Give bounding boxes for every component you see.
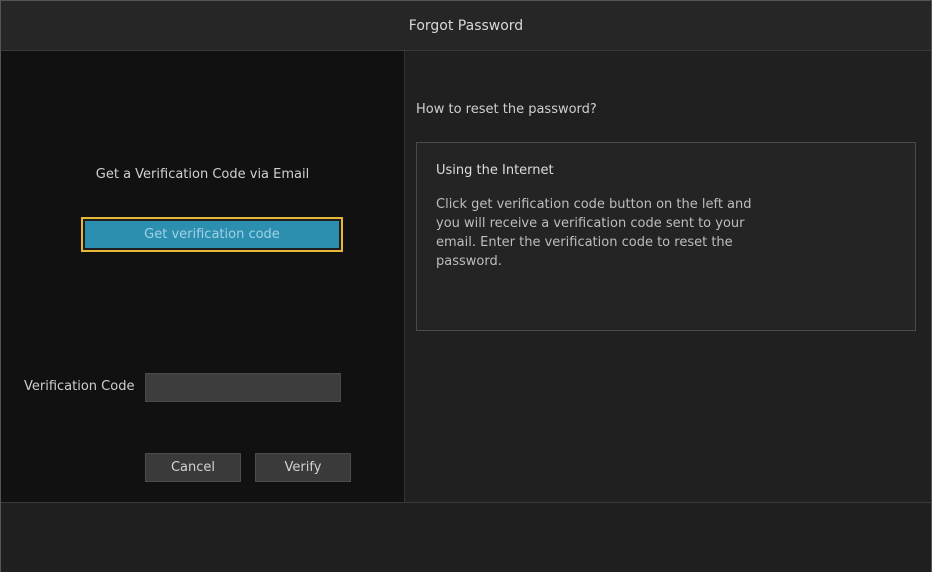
- info-body: Click get verification code button on th…: [436, 197, 752, 269]
- howto-heading: How to reset the password?: [416, 102, 597, 117]
- dialog-title-bar: Forgot Password: [1, 1, 931, 51]
- email-verification-label: Get a Verification Code via Email: [95, 167, 310, 182]
- get-verification-code-label: Get verification code: [85, 221, 339, 248]
- verification-code-input[interactable]: [145, 373, 341, 402]
- info-box: Using the Internet Click get verificatio…: [416, 142, 916, 331]
- dialog-title: Forgot Password: [408, 17, 524, 34]
- help-panel: How to reset the password? Using the Int…: [405, 51, 931, 502]
- forgot-password-dialog: Forgot Password Get a Verification Code …: [0, 0, 932, 572]
- cancel-button[interactable]: Cancel: [145, 453, 241, 482]
- get-verification-code-button[interactable]: Get verification code: [81, 217, 343, 252]
- dialog-footer: [1, 502, 931, 572]
- verification-panel: Get a Verification Code via Email Get ve…: [1, 51, 405, 502]
- verify-button[interactable]: Verify: [255, 453, 351, 482]
- verification-code-label: Verification Code: [24, 379, 135, 394]
- info-title: Using the Internet: [436, 163, 554, 178]
